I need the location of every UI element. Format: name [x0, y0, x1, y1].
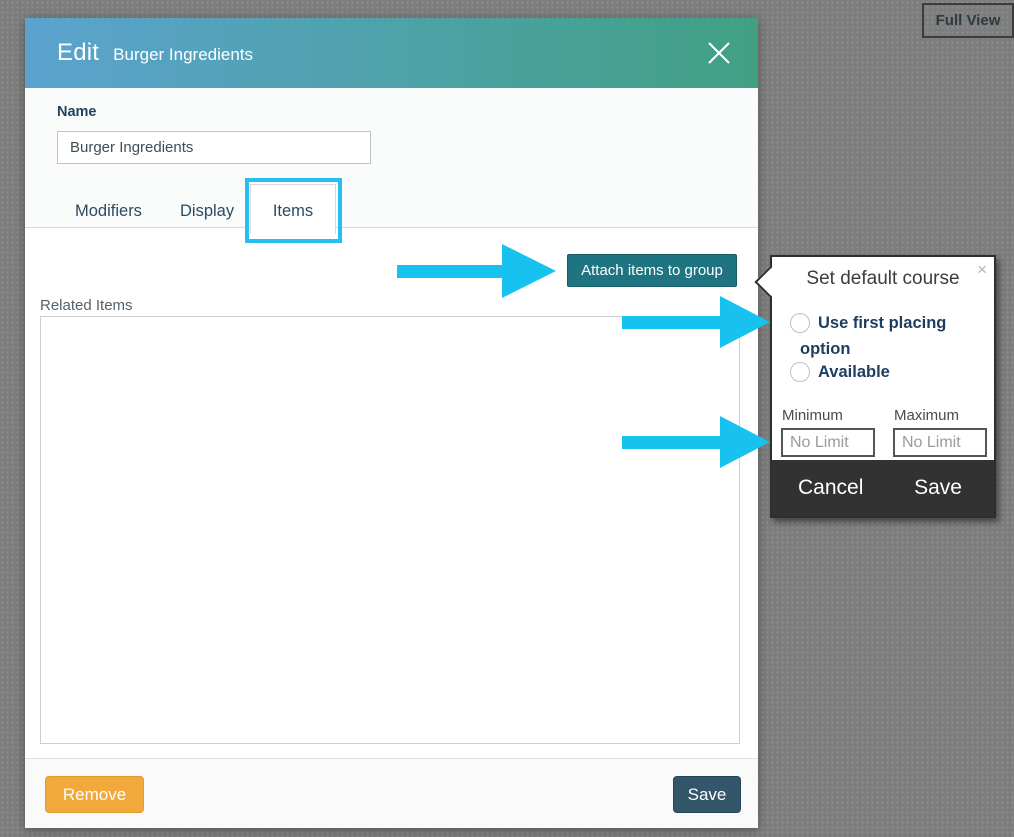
tab-modifiers[interactable]: Modifiers [75, 202, 142, 221]
popover-close-icon[interactable]: × [977, 261, 987, 278]
name-field-label: Name [57, 104, 97, 120]
radio-use-first-placing-option-label: Use first placing option [800, 310, 968, 362]
modal-footer: Remove Save [25, 758, 758, 828]
remove-button[interactable]: Remove [45, 776, 144, 813]
related-items-list[interactable] [40, 316, 740, 744]
radio-available-label: Available [818, 359, 890, 385]
edit-group-modal: Edit Burger Ingredients Name Modifiers D… [25, 18, 758, 828]
page-backdrop: Full View Edit Burger Ingredients Name M… [0, 0, 1014, 837]
modal-save-button[interactable]: Save [673, 776, 741, 813]
maximum-input[interactable] [893, 428, 987, 457]
modal-mode-label: Edit [57, 39, 99, 67]
related-items-label: Related Items [40, 297, 133, 314]
full-view-button[interactable]: Full View [922, 3, 1014, 38]
name-input[interactable] [57, 131, 371, 164]
modal-upper-section: Name Modifiers Display [25, 88, 758, 228]
modal-header: Edit Burger Ingredients [25, 18, 758, 88]
tab-display[interactable]: Display [180, 202, 234, 221]
attach-items-to-group-button[interactable]: Attach items to group [567, 254, 737, 287]
minimum-input[interactable] [781, 428, 875, 457]
popover-save-button[interactable]: Save [914, 476, 962, 500]
popover-cancel-button[interactable]: Cancel [798, 476, 863, 500]
modal-title: Burger Ingredients [113, 45, 253, 65]
close-icon[interactable] [704, 38, 734, 68]
tab-items[interactable]: Items [250, 184, 336, 234]
popover-footer: Cancel Save [772, 460, 994, 516]
popover-title: Set default course [772, 268, 994, 290]
set-default-course-popover: Set default course × Use first placing o… [770, 255, 996, 518]
radio-available[interactable] [790, 362, 810, 382]
minimum-label: Minimum [782, 407, 843, 424]
maximum-label: Maximum [894, 407, 959, 424]
